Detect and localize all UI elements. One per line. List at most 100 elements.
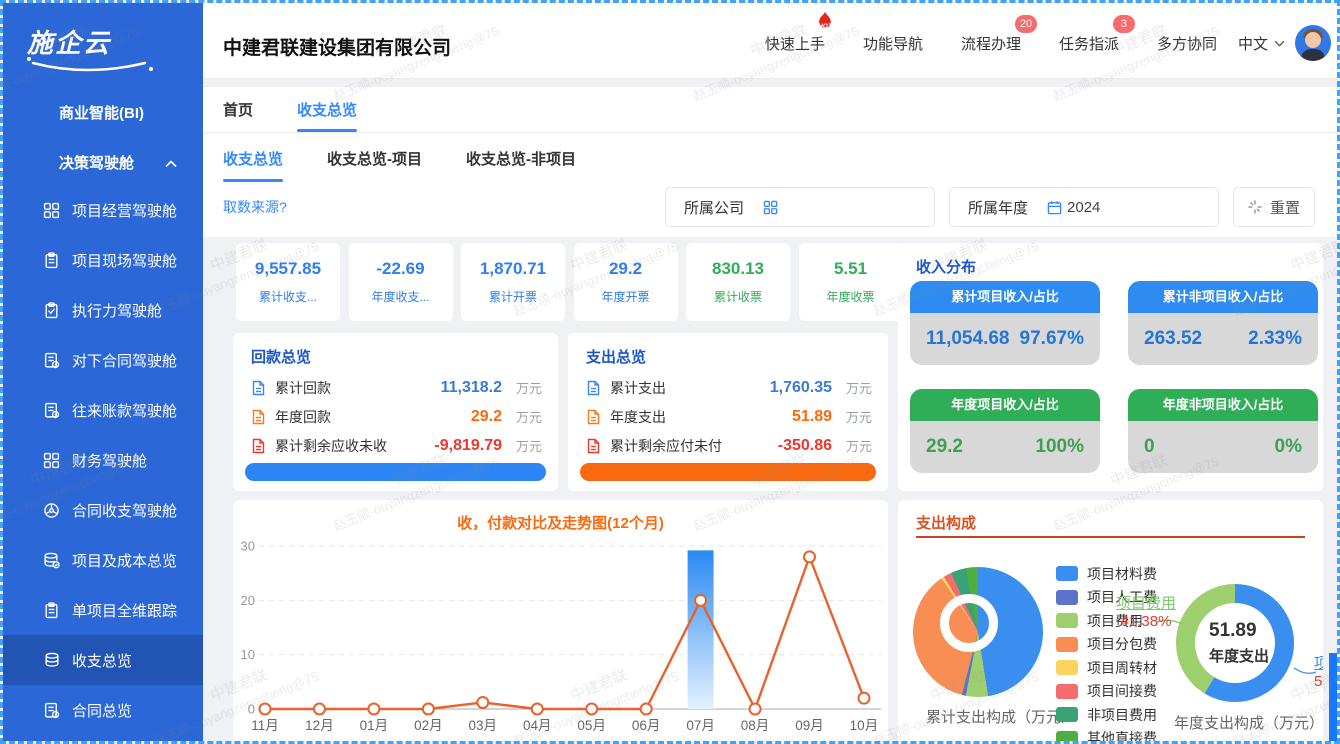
sidebar-group-decision[interactable]: 决策驾驶舱 bbox=[3, 145, 203, 179]
company-title: 中建君联建设集团有限公司 bbox=[223, 33, 451, 60]
sidebar-item-bi[interactable]: 商业智能(BI) bbox=[3, 95, 203, 129]
overview-row: 累计支出 1,760.35 万元 bbox=[586, 373, 872, 402]
income-card-value: 29.2 bbox=[926, 436, 963, 458]
top-bar: 中建君联建设集团有限公司 HOT 快速上手功能导航20流程办理3任务指派多方协同… bbox=[203, 3, 1337, 79]
overview-row: 累计剩余应付未付 -350.86 万元 bbox=[586, 431, 872, 460]
page-body: 首页收支总览 收支总览收支总览-项目收支总览-非项目 取数来源? 所属公司 bbox=[203, 87, 1337, 741]
svg-text:10月: 10月 bbox=[850, 718, 879, 733]
clipboard-icon bbox=[43, 252, 60, 269]
sub-tabs: 收支总览收支总览-项目收支总览-非项目 bbox=[203, 134, 1337, 182]
stat-label: 累计收支... bbox=[236, 288, 340, 305]
hot-flame-icon: HOT bbox=[813, 11, 837, 33]
sub-tab-2[interactable]: 收支总览-非项目 bbox=[466, 134, 576, 182]
row-unit: 万元 bbox=[502, 378, 542, 397]
calendar-icon bbox=[1047, 200, 1062, 215]
legend-item-7[interactable]: 其他直接费 bbox=[1056, 727, 1157, 744]
sparkle-icon bbox=[1248, 200, 1262, 214]
row-label: 累计支出 bbox=[610, 378, 666, 398]
svg-text:06月: 06月 bbox=[632, 718, 661, 733]
data-source-link[interactable]: 取数来源? bbox=[223, 197, 287, 217]
stat-value: 1,870.71 bbox=[461, 259, 565, 279]
sidebar-item-2[interactable]: 执行力驾驶舱 bbox=[3, 285, 203, 335]
nav-item-0[interactable]: HOT 快速上手 bbox=[765, 33, 825, 54]
sidebar-section-label: 商业智能(BI) bbox=[59, 102, 144, 123]
grid-icon bbox=[31, 154, 48, 171]
nav-item-label: 快速上手 bbox=[765, 36, 825, 53]
svg-text:HOT: HOT bbox=[818, 23, 833, 30]
sub-tab-1[interactable]: 收支总览-项目 bbox=[327, 134, 422, 182]
wheel-icon bbox=[43, 502, 60, 519]
language-label: 中文 bbox=[1238, 33, 1268, 54]
avatar-body bbox=[1301, 49, 1325, 61]
file-icon bbox=[586, 438, 601, 454]
database-doc-icon bbox=[43, 652, 60, 669]
stat-card-4: 830.13 累计收票 bbox=[686, 243, 790, 321]
company-filter[interactable]: 所属公司 bbox=[665, 187, 935, 227]
app-logo: 施企云 bbox=[27, 23, 177, 75]
income-card-0: 累计项目收入/占比 11,054.68 97.67% bbox=[910, 281, 1100, 365]
sub-tab-0[interactable]: 收支总览 bbox=[223, 134, 283, 182]
sidebar-item-8[interactable]: 单项目全维跟踪 bbox=[3, 585, 203, 635]
expense-rows: 累计支出 1,760.35 万元 年度支出 51.89 万元 累计剩余应付未付 … bbox=[586, 373, 872, 460]
legend-item-4[interactable]: 项目周转材 bbox=[1056, 656, 1157, 680]
legend-item-5[interactable]: 项目间接费 bbox=[1056, 680, 1157, 704]
org-grid-icon bbox=[763, 200, 778, 215]
logo-swoosh-icon bbox=[27, 57, 167, 75]
sidebar-item-1[interactable]: 项目现场驾驶舱 bbox=[3, 235, 203, 285]
stat-card-0: 9,557.85 累计收支... bbox=[236, 243, 340, 321]
row-value: 1,760.35 bbox=[770, 379, 832, 397]
sidebar-item-7[interactable]: 项目及成本总览 bbox=[3, 535, 203, 585]
language-selector[interactable]: 中文 bbox=[1238, 33, 1285, 54]
income-card-header: 年度项目收入/占比 bbox=[910, 389, 1100, 421]
nav-item-1[interactable]: 功能导航 bbox=[863, 33, 923, 54]
sidebar-item-9[interactable]: 收支总览 bbox=[3, 635, 203, 685]
income-card-1: 累计非项目收入/占比 263.52 2.33% bbox=[1128, 281, 1318, 365]
count-badge: 3 bbox=[1113, 15, 1135, 33]
breadcrumb-tab-0[interactable]: 首页 bbox=[223, 87, 253, 132]
stat-value: -22.69 bbox=[349, 259, 453, 279]
sidebar-item-4[interactable]: 往来账款驾驶舱 bbox=[3, 385, 203, 435]
breadcrumb-tab-1[interactable]: 收支总览 bbox=[297, 87, 357, 132]
company-filter-label: 所属公司 bbox=[666, 197, 763, 218]
row-value: -9,819.79 bbox=[434, 437, 502, 455]
row-label: 年度支出 bbox=[610, 407, 666, 427]
app-window: 施企云 商业智能(BI) 决策驾驶舱 项目经营驾驶舱 项目现场驾驶舱 执行力驾驶… bbox=[0, 0, 1340, 744]
collection-progress-bar bbox=[245, 463, 546, 481]
main-area: 中建君联建设集团有限公司 HOT 快速上手功能导航20流程办理3任务指派多方协同… bbox=[203, 3, 1337, 741]
stat-card-1: -22.69 年度收支... bbox=[349, 243, 453, 321]
scrollbar-thumb[interactable] bbox=[1329, 653, 1337, 741]
panel-title: 支出构成 bbox=[916, 512, 976, 533]
legend-item-6[interactable]: 非项目费用 bbox=[1056, 703, 1157, 727]
svg-text:03月: 03月 bbox=[469, 718, 498, 733]
row-label: 累计剩余应收未收 bbox=[275, 436, 387, 456]
donut-center-label: 年度支出 bbox=[1209, 645, 1275, 666]
nav-item-3[interactable]: 3任务指派 bbox=[1059, 33, 1119, 54]
avatar[interactable] bbox=[1295, 25, 1331, 61]
nav-item-2[interactable]: 20流程办理 bbox=[961, 33, 1021, 54]
sidebar-item-0[interactable]: 项目经营驾驶舱 bbox=[3, 185, 203, 235]
legend-item-3[interactable]: 项目分包费 bbox=[1056, 633, 1157, 657]
legend-item-0[interactable]: 项目材料费 bbox=[1056, 562, 1157, 586]
income-card-2: 年度项目收入/占比 29.2 100% bbox=[910, 389, 1100, 473]
sidebar-item-3[interactable]: 对下合同驾驶舱 bbox=[3, 335, 203, 385]
chevron-down-icon bbox=[1274, 40, 1285, 47]
sidebar: 施企云 商业智能(BI) 决策驾驶舱 项目经营驾驶舱 项目现场驾驶舱 执行力驾驶… bbox=[3, 3, 203, 744]
count-badge: 20 bbox=[1015, 15, 1037, 33]
svg-text:11月: 11月 bbox=[251, 718, 279, 733]
svg-text:12月: 12月 bbox=[305, 718, 334, 733]
sidebar-item-5[interactable]: 财务驾驶舱 bbox=[3, 435, 203, 485]
sidebar-item-6[interactable]: 合同收支驾驶舱 bbox=[3, 485, 203, 535]
legend-swatch bbox=[1056, 660, 1078, 675]
row-unit: 万元 bbox=[832, 407, 872, 426]
sidebar-item-10[interactable]: 合同总览 bbox=[3, 685, 203, 735]
panel-title: 支出总览 bbox=[586, 346, 646, 367]
reset-button[interactable]: 重置 bbox=[1233, 187, 1315, 227]
nav-item-label: 流程办理 bbox=[961, 36, 1021, 53]
income-card-value: 263.52 bbox=[1144, 328, 1202, 350]
row-label: 累计回款 bbox=[275, 378, 331, 398]
legend-label: 项目间接费 bbox=[1087, 681, 1157, 701]
nav-item-4[interactable]: 多方协同 bbox=[1157, 33, 1217, 54]
income-card-pct: 0% bbox=[1275, 436, 1302, 458]
year-filter[interactable]: 所属年度 2024 bbox=[949, 187, 1219, 227]
stat-label: 年度收支... bbox=[349, 288, 453, 305]
